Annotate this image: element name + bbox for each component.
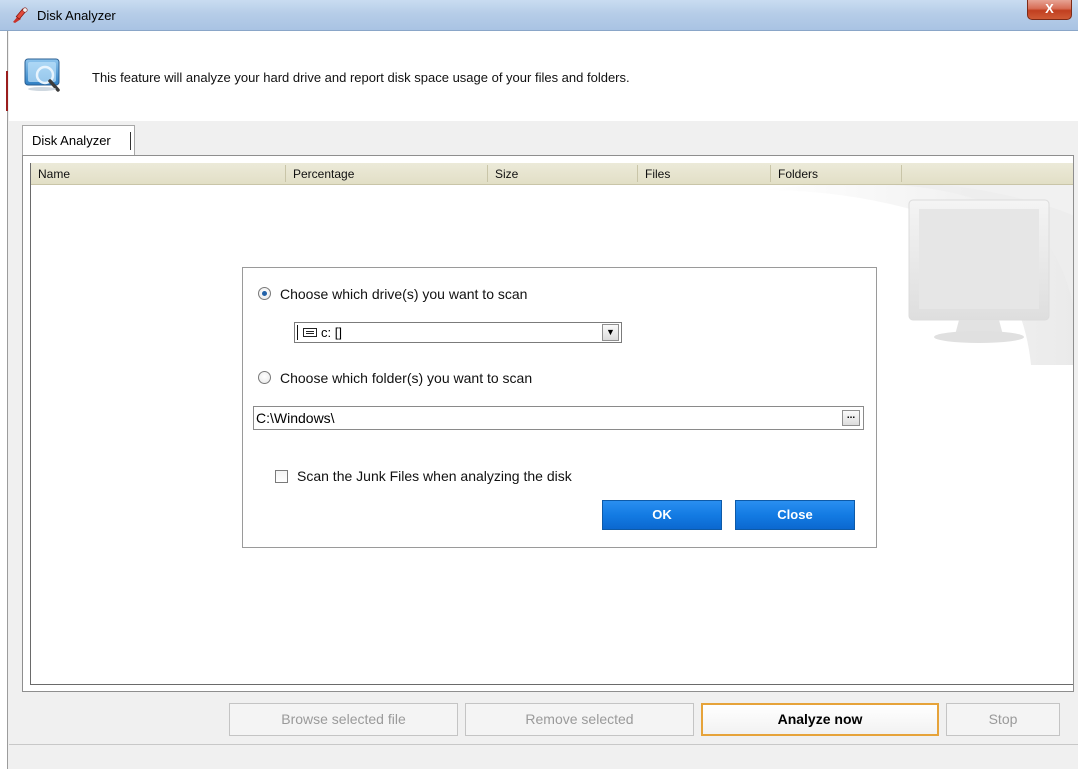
window-title: Disk Analyzer [37, 8, 116, 23]
drive-selected-value: c: [] [321, 325, 342, 340]
frame-accent [6, 71, 8, 111]
analyze-now-button[interactable]: Analyze now [701, 703, 939, 736]
column-name[interactable]: Name [38, 167, 70, 181]
chevron-down-icon[interactable]: ▼ [602, 324, 619, 341]
column-size[interactable]: Size [495, 167, 518, 181]
radio-selected-dot [262, 291, 267, 296]
title-bar: Disk Analyzer X [0, 0, 1078, 31]
tab-separator [130, 132, 131, 150]
dropdown-caret-bar [297, 325, 298, 340]
app-brush-icon [11, 7, 29, 24]
folder-option-label[interactable]: Choose which folder(s) you want to scan [280, 370, 532, 386]
scan-options-dialog: Choose which drive(s) you want to scan c… [242, 267, 877, 548]
ok-button[interactable]: OK [602, 500, 722, 530]
window-left-frame [0, 31, 8, 769]
disk-analyzer-window: Disk Analyzer X This feature will analyz… [0, 0, 1078, 769]
column-folders[interactable]: Folders [778, 167, 818, 181]
drive-dropdown[interactable]: c: [] ▼ [294, 322, 622, 343]
junk-files-label[interactable]: Scan the Junk Files when analyzing the d… [297, 468, 572, 484]
status-bar [9, 744, 1078, 769]
column-header-row: Name Percentage Size Files Folders [31, 163, 1073, 185]
disk-scan-icon [23, 53, 63, 95]
junk-files-checkbox[interactable] [275, 470, 288, 483]
stop-button[interactable]: Stop [946, 703, 1060, 736]
tab-label: Disk Analyzer [32, 133, 111, 148]
feature-header: This feature will analyze your hard driv… [9, 31, 1078, 121]
folder-path-input[interactable] [256, 409, 831, 427]
window-close-button[interactable]: X [1027, 0, 1072, 20]
folder-path-field[interactable]: ... [253, 406, 864, 430]
remove-selected-button[interactable]: Remove selected [465, 703, 694, 736]
column-divider[interactable] [770, 165, 771, 182]
tab-disk-analyzer[interactable]: Disk Analyzer [22, 125, 135, 155]
column-divider[interactable] [901, 165, 902, 182]
drive-radio[interactable] [258, 287, 271, 300]
drive-icon [303, 328, 317, 337]
column-divider[interactable] [487, 165, 488, 182]
feature-description: This feature will analyze your hard driv… [92, 70, 630, 85]
column-percentage[interactable]: Percentage [293, 167, 354, 181]
close-button[interactable]: Close [735, 500, 855, 530]
column-files[interactable]: Files [645, 167, 670, 181]
browse-selected-file-button[interactable]: Browse selected file [229, 703, 458, 736]
browse-folder-button[interactable]: ... [842, 410, 860, 426]
folder-radio[interactable] [258, 371, 271, 384]
column-divider[interactable] [637, 165, 638, 182]
column-divider[interactable] [285, 165, 286, 182]
drive-option-label[interactable]: Choose which drive(s) you want to scan [280, 286, 527, 302]
